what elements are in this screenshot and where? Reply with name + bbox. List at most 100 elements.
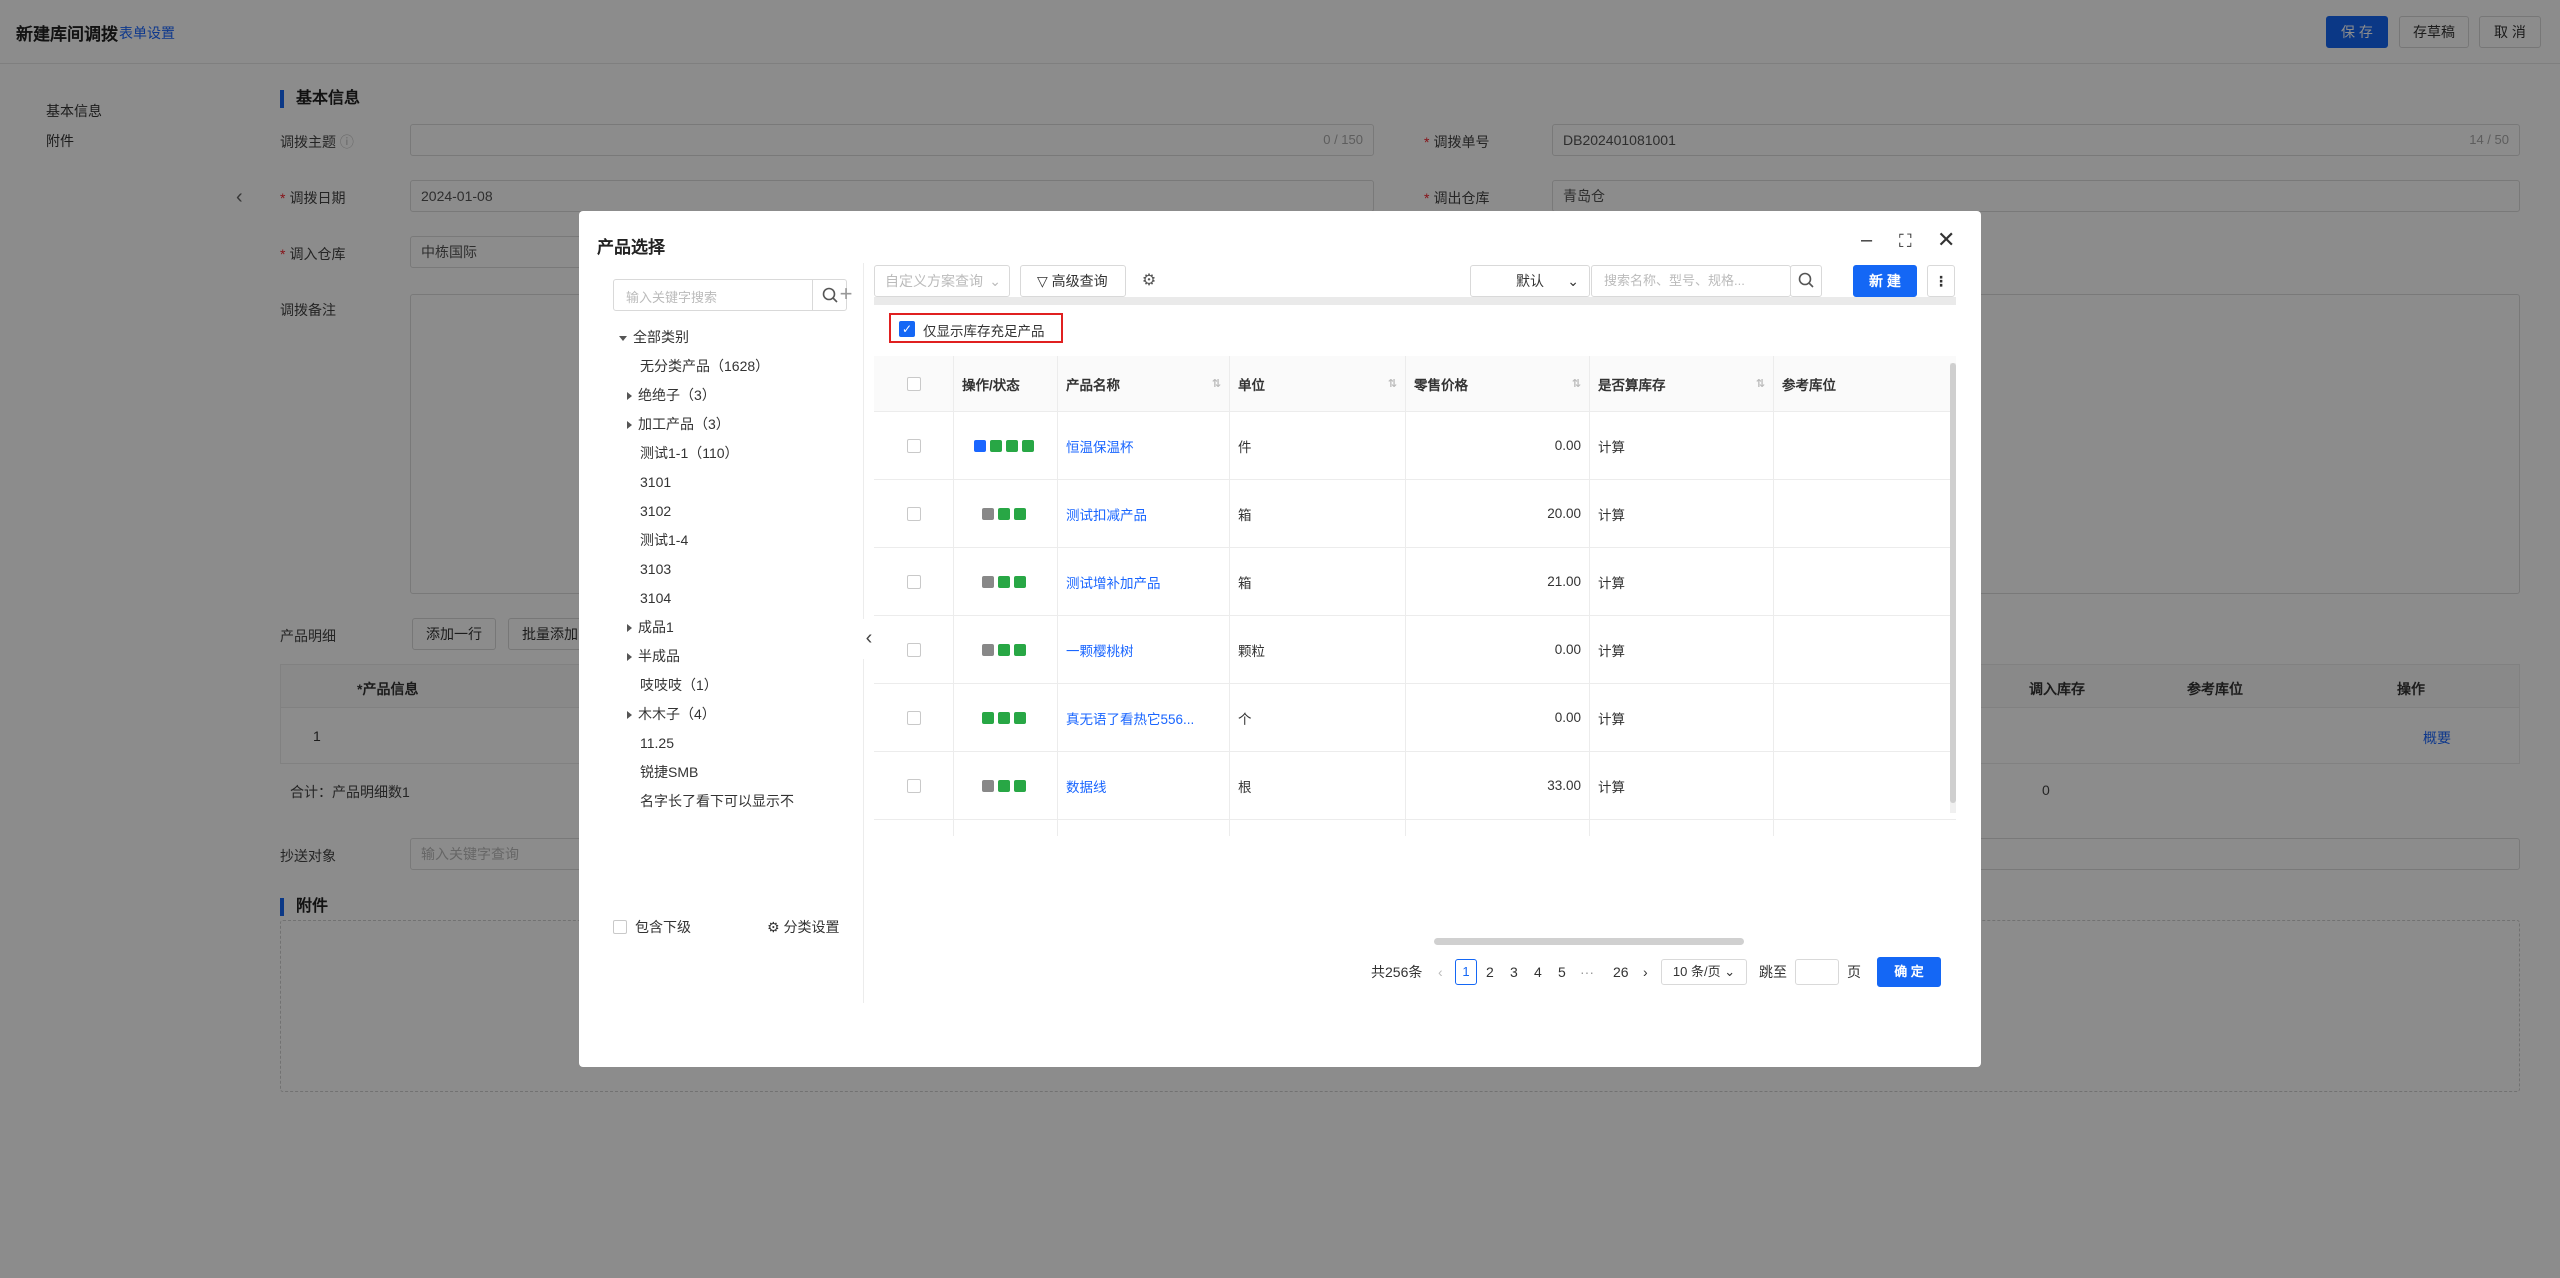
row-checkbox[interactable] — [906, 778, 921, 793]
jump-confirm-button[interactable]: 确 定 — [1877, 957, 1941, 987]
page-5[interactable]: 5 — [1558, 959, 1566, 985]
status-icon[interactable] — [973, 439, 986, 452]
user-icon[interactable] — [997, 507, 1010, 520]
caret-right-icon[interactable] — [627, 421, 632, 430]
page-1[interactable]: 1 — [1455, 959, 1477, 985]
caret-right-icon[interactable] — [627, 624, 632, 633]
product-name-link[interactable]: 测试增补加产品 — [1066, 572, 1161, 592]
user-icon[interactable] — [997, 779, 1010, 792]
status-icon[interactable] — [981, 507, 994, 520]
tree-node[interactable]: 测试1-4 — [613, 526, 863, 555]
close-icon[interactable]: ✕ — [1937, 227, 1955, 253]
tree-node[interactable]: 3103 — [613, 555, 863, 584]
product-name-link[interactable]: 数据线 — [1066, 776, 1107, 796]
checkbox-checked-icon: ✓ — [899, 321, 915, 337]
row-checkbox[interactable] — [906, 438, 921, 453]
maximize-icon[interactable]: ⛶ — [1899, 231, 1912, 252]
tree-node[interactable]: 3104 — [613, 584, 863, 613]
sort-icon[interactable]: ⇅ — [1206, 377, 1221, 390]
product-search-input[interactable]: 搜索名称、型号、规格... — [1591, 265, 1791, 297]
user-icon[interactable] — [997, 575, 1010, 588]
sort-icon[interactable]: ⇅ — [1382, 377, 1397, 390]
product-name-link[interactable]: 测试扣减产品 — [1066, 504, 1147, 524]
unit-cell: 个 — [1238, 711, 1252, 727]
select-all-checkbox[interactable] — [906, 376, 921, 391]
tree-node[interactable]: 成品1 — [613, 613, 863, 642]
page-3[interactable]: 3 — [1510, 959, 1518, 985]
row-checkbox[interactable] — [906, 506, 921, 521]
status-icon[interactable] — [981, 643, 994, 656]
box-icon[interactable] — [1013, 575, 1026, 588]
page-4[interactable]: 4 — [1534, 959, 1542, 985]
caret-right-icon[interactable] — [627, 711, 632, 720]
custom-query-select[interactable]: 自定义方案查询 ⌄ — [874, 265, 1010, 297]
next-page-icon[interactable]: › — [1643, 959, 1648, 985]
caret-right-icon[interactable] — [627, 653, 632, 662]
tree-node[interactable]: 锐捷SMB — [613, 758, 863, 787]
status-icon[interactable] — [981, 575, 994, 588]
tree-node[interactable]: 无分类产品（1628） — [613, 352, 863, 381]
sort-icon[interactable]: ⇅ — [1566, 377, 1581, 390]
unit-cell: 箱 — [1238, 575, 1252, 591]
product-name-link[interactable]: 真无语了看热它556... — [1066, 708, 1194, 728]
user-icon[interactable] — [997, 643, 1010, 656]
jump-page-input[interactable] — [1795, 959, 1839, 985]
prev-page-icon[interactable]: ‹ — [1438, 959, 1443, 985]
price-cell: 0.00 — [1554, 710, 1581, 725]
row-checkbox[interactable] — [906, 642, 921, 657]
only-in-stock-label: 仅显示库存充足产品 — [923, 324, 1045, 339]
more-icon[interactable]: ⋮ — [1927, 265, 1955, 297]
status-icon[interactable] — [981, 779, 994, 792]
only-in-stock-filter[interactable]: ✓ 仅显示库存充足产品 — [889, 313, 1063, 343]
box-icon[interactable] — [1005, 439, 1018, 452]
category-settings-button[interactable]: ⚙ 分类设置 — [767, 917, 839, 937]
tree-node[interactable]: 名字长了看下可以显示不 — [613, 787, 863, 816]
tree-node[interactable]: 全部类别 — [613, 323, 863, 352]
horizontal-scrollbar[interactable] — [1434, 938, 1744, 945]
new-product-button[interactable]: 新 建 — [1853, 265, 1917, 297]
product-name-link[interactable]: 一颗樱桃树 — [1066, 640, 1134, 660]
advanced-query-button[interactable]: ▽ 高级查询 — [1020, 265, 1126, 297]
tree-node[interactable]: 11.25 — [613, 729, 863, 758]
row-checkbox[interactable] — [906, 710, 921, 725]
product-name-link[interactable]: 恒温保温杯 — [1066, 436, 1134, 456]
user-icon[interactable] — [989, 439, 1002, 452]
tree-node[interactable]: 3101 — [613, 468, 863, 497]
tree-node-label: 名字长了看下可以显示不 — [640, 793, 794, 809]
sort-icon[interactable]: ⇅ — [1750, 377, 1765, 390]
status-icon[interactable] — [981, 711, 994, 724]
tree-node[interactable]: 加工产品（3） — [613, 410, 863, 439]
sort-select[interactable]: 默认 ⌄ — [1470, 265, 1590, 297]
box-icon[interactable] — [1013, 507, 1026, 520]
page-size-select[interactable]: 10 条/页 ⌄ — [1661, 959, 1747, 985]
tree-search-input[interactable]: 输入关键字搜索 — [613, 279, 847, 311]
tree-node[interactable]: 绝绝子（3） — [613, 381, 863, 410]
tree-node[interactable]: 测试1-1（110） — [613, 439, 863, 468]
vertical-scrollbar[interactable] — [1950, 363, 1956, 813]
box-icon[interactable] — [1013, 643, 1026, 656]
truck-icon[interactable] — [1021, 439, 1034, 452]
tree-node[interactable]: 木木子（4） — [613, 700, 863, 729]
add-category-icon[interactable]: + — [829, 279, 863, 311]
product-search-button[interactable] — [1790, 265, 1822, 297]
row-checkbox[interactable] — [906, 574, 921, 589]
gear-icon: ⚙ — [767, 919, 780, 935]
tree-node[interactable]: 半成品 — [613, 642, 863, 671]
tree-node[interactable]: 3102 — [613, 497, 863, 526]
table-header: 操作/状态产品名称⇅单位⇅零售价格⇅是否算库存⇅参考库位当前库存⇅修改日 — [874, 356, 1956, 412]
page-2[interactable]: 2 — [1486, 959, 1494, 985]
tree-node[interactable]: 吱吱吱（1） — [613, 671, 863, 700]
pager-ellipsis[interactable]: ··· — [1580, 959, 1594, 985]
box-icon[interactable] — [1013, 779, 1026, 792]
box-icon[interactable] — [1013, 711, 1026, 724]
column-header-label: 操作/状态 — [962, 377, 1020, 393]
caret-right-icon[interactable] — [627, 392, 632, 401]
user-icon[interactable] — [997, 711, 1010, 724]
tree-node-label: 测试1-4 — [640, 532, 689, 548]
include-sub-checkbox[interactable]: 包含下级 — [613, 917, 691, 937]
minimize-icon[interactable]: – — [1861, 229, 1872, 252]
caret-down-icon[interactable] — [619, 335, 627, 341]
page-last[interactable]: 26 — [1613, 959, 1629, 985]
price-cell: 0.00 — [1554, 438, 1581, 453]
settings-icon[interactable]: ⚙ — [1133, 265, 1165, 297]
